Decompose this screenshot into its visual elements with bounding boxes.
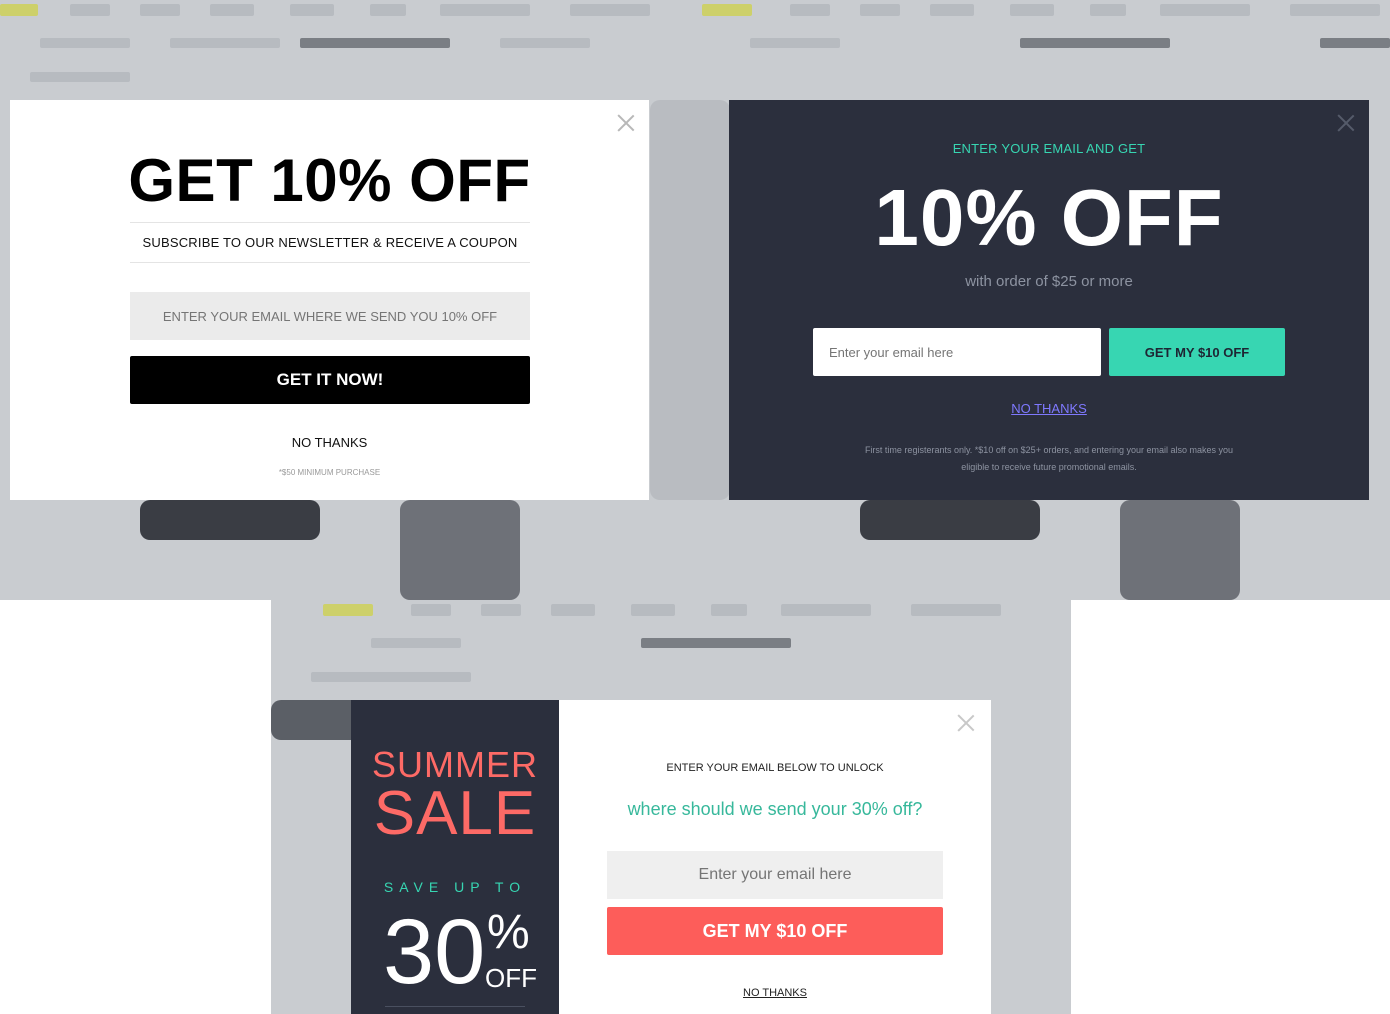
popup-summer-sale: SUMMER SALE SAVE UP TO 30 % OFF ENTER YO… [351,700,991,1014]
popup-kicker: ENTER YOUR EMAIL BELOW TO UNLOCK [666,762,884,774]
popup-kicker: ENTER YOUR EMAIL AND GET [952,141,1146,156]
get-my-10-off-button[interactable]: GET MY $10 OFF [607,907,943,955]
close-icon[interactable] [957,714,975,732]
no-thanks-link[interactable]: NO THANKS [729,401,1369,416]
popup-white-newsletter: GET 10% OFF SUBSCRIBE TO OUR NEWSLETTER … [10,100,649,500]
sale-side-panel: SUMMER SALE SAVE UP TO 30 % OFF [351,700,559,1014]
fine-print: First time registerants only. *$10 off o… [864,445,1234,472]
email-input[interactable] [607,851,943,899]
save-up-to-label: SAVE UP TO [383,879,527,895]
close-icon[interactable] [617,114,635,132]
divider [385,1006,525,1007]
popup-subline: with order of $25 or more [965,273,1133,290]
get-my-10-off-button[interactable]: GET MY $10 OFF [1109,328,1285,376]
popup-headline: GET 10% OFF [128,147,531,214]
percent-sign: % [487,906,530,959]
popup-dark-discount: ENTER YOUR EMAIL AND GET 10% OFF with or… [729,100,1369,500]
popup-subline: SUBSCRIBE TO OUR NEWSLETTER & RECEIVE A … [130,222,530,263]
popup-headline: 10% OFF [874,173,1224,262]
get-it-now-button[interactable]: GET IT NOW! [130,356,530,404]
discount-amount: 30 [383,901,486,1003]
no-thanks-link[interactable]: NO THANKS [559,987,991,999]
no-thanks-link[interactable]: NO THANKS [10,435,649,450]
fine-print: *$50 MINIMUM PURCHASE [278,468,381,477]
stage: GET 10% OFF SUBSCRIBE TO OUR NEWSLETTER … [0,0,1390,1014]
close-icon[interactable] [1337,114,1355,132]
popup-subline: where should we send your 30% off? [627,799,923,819]
sale-label: SALE [373,779,537,848]
email-input[interactable] [813,328,1101,376]
off-label: OFF [485,963,537,993]
email-input[interactable] [130,292,530,340]
